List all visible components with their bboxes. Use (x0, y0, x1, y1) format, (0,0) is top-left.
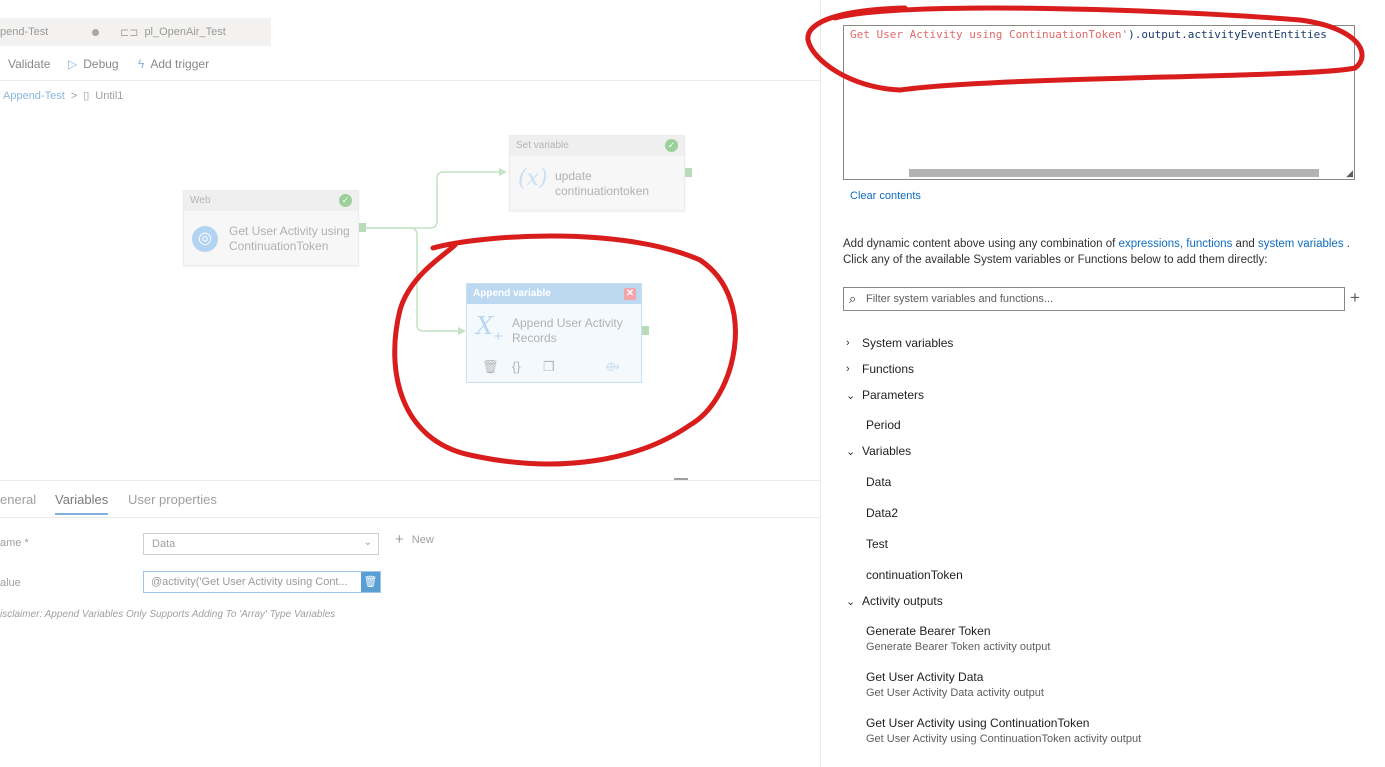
section-functions[interactable]: › Functions (846, 362, 914, 376)
disclaimer-text: isclaimer: Append Variables Only Support… (0, 609, 336, 620)
success-output-port[interactable] (685, 168, 692, 177)
clear-contents-link[interactable]: Clear contents (850, 190, 921, 202)
selected-variable: Data (152, 538, 176, 550)
new-label: New (411, 534, 434, 546)
pipeline-connectors (366, 168, 507, 335)
activity-name: update continuationtoken (555, 169, 650, 198)
activity-type: Web ✓ (184, 191, 358, 211)
chevron-right-icon: › (846, 337, 850, 349)
activity-name: Append User Activity Records (512, 316, 623, 345)
activity-type: Set variable ✓ (510, 136, 684, 156)
tab-user-properties[interactable]: User properties (128, 492, 217, 507)
activity-output-description: Generate Bearer Token activity output (866, 641, 1051, 653)
tab-variables[interactable]: Variables (55, 492, 109, 515)
activity-type: Append variable ✕ (467, 284, 641, 304)
activity-output-description: Get User Activity using ContinuationToke… (866, 733, 1142, 745)
variable-item[interactable]: Test (866, 537, 888, 551)
section-system-variables[interactable]: › System variables (846, 336, 953, 350)
web-activity-card[interactable]: Web ✓ ◎ Get User Activity using Continua… (183, 190, 359, 266)
value-input[interactable]: @activity('Get User Activity using Cont.… (143, 571, 381, 593)
help-text: Add dynamic content above using any comb… (843, 238, 1350, 266)
activity-output-item[interactable]: Generate Bearer Token (866, 624, 991, 638)
horizontal-scrollbar[interactable] (909, 169, 1319, 177)
connect-icon[interactable]: ⟴ (605, 359, 620, 375)
name-label: ame * (0, 537, 29, 549)
resize-grip-icon[interactable]: ◢ (1346, 168, 1353, 179)
chevron-down-icon: ⌄ (846, 445, 856, 458)
activity-output-item[interactable]: Get User Activity Data (866, 670, 983, 684)
delete-value-icon[interactable]: 🗑 (361, 572, 380, 592)
variable-item[interactable]: Data2 (866, 506, 898, 520)
parameter-item[interactable]: Period (866, 418, 901, 432)
plus-icon: + (395, 531, 404, 548)
variable-name-select[interactable]: Data ⌄ (143, 533, 379, 555)
success-check-icon: ✓ (339, 194, 352, 207)
globe-icon: ◎ (192, 226, 218, 252)
value-text: @activity('Get User Activity using Cont.… (151, 576, 348, 588)
success-output-port[interactable] (642, 326, 649, 335)
section-variables[interactable]: ⌄ Variables (846, 444, 911, 458)
properties-tabs: eneral Variables User properties (0, 480, 820, 518)
tab-general[interactable]: eneral (0, 492, 36, 507)
success-check-icon: ✓ (665, 139, 678, 152)
expression-editor[interactable]: Get User Activity using ContinuationToke… (843, 25, 1355, 180)
copy-icon[interactable]: ❐ (543, 359, 555, 375)
filter-placeholder: Filter system variables and functions... (866, 293, 1054, 305)
success-output-port[interactable] (359, 223, 366, 232)
delete-icon[interactable]: 🗑 (482, 359, 499, 375)
value-label: alue (0, 577, 21, 589)
chevron-right-icon: › (846, 363, 850, 375)
activity-name: Get User Activity using ContinuationToke… (229, 224, 350, 253)
activity-output-description: Get User Activity Data activity output (866, 687, 1044, 699)
code-icon[interactable]: {} (512, 359, 521, 374)
add-icon[interactable]: + (1350, 288, 1360, 308)
expressions-functions-link[interactable]: expressions, functions (1119, 238, 1233, 250)
chevron-down-icon: ⌄ (846, 389, 856, 402)
variable-item[interactable]: Data (866, 475, 891, 489)
variable-icon: (x) (518, 166, 548, 191)
close-icon[interactable]: ✕ (624, 288, 636, 300)
activity-output-item[interactable]: Get User Activity using ContinuationToke… (866, 716, 1089, 730)
set-variable-activity-card[interactable]: Set variable ✓ (x) update continuationto… (509, 135, 685, 211)
chevron-down-icon: ⌄ (846, 595, 856, 608)
search-icon: ⌕ (849, 291, 857, 306)
system-variables-link[interactable]: system variables (1258, 238, 1344, 250)
append-variable-activity-card[interactable]: Append variable ✕ X+ Append User Activit… (466, 283, 642, 383)
expression-code: Get User Activity using ContinuationToke… (850, 28, 1327, 41)
section-parameters[interactable]: ⌄ Parameters (846, 388, 924, 402)
section-activity-outputs[interactable]: ⌄ Activity outputs (846, 594, 943, 608)
variable-item[interactable]: continuationToken (866, 568, 963, 582)
new-variable-button[interactable]: + New (395, 531, 434, 548)
append-variable-icon: X+ (476, 312, 504, 343)
filter-input[interactable]: ⌕ Filter system variables and functions.… (843, 287, 1345, 311)
pipeline-canvas-pane: pend-Test ⊏⊐ pl_OpenAir_Test Validate ▷ … (0, 0, 820, 767)
chevron-down-icon: ⌄ (363, 537, 372, 548)
